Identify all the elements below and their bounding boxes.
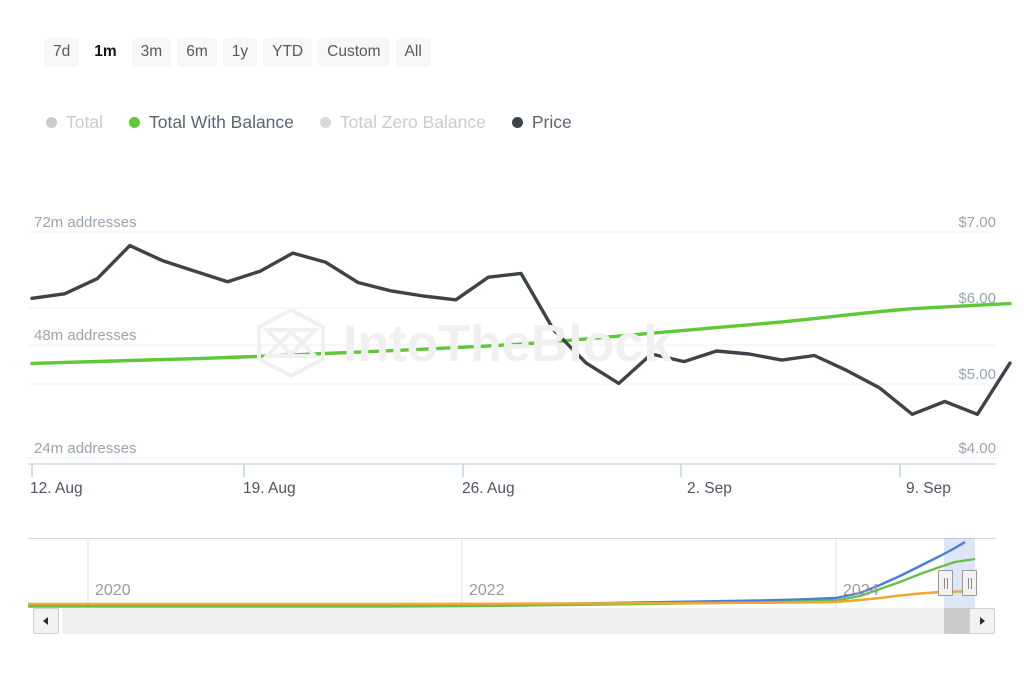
navigator-year-label-2020: 2020	[95, 582, 131, 599]
x-axis-label-1: 19. Aug	[243, 480, 296, 497]
legend-item-price[interactable]: Price	[511, 112, 572, 132]
navigator-handle-left[interactable]	[938, 570, 953, 596]
legend-marker-icon	[511, 117, 523, 129]
scroll-right-button[interactable]	[969, 608, 995, 634]
legend-item-label: Total With Balance	[148, 112, 294, 132]
y-axis-label-72m: 72m addresses	[34, 214, 137, 231]
chart-canvas	[28, 231, 1012, 477]
y-axis-label-48m: 48m addresses	[34, 327, 137, 344]
y2-axis-label-5: $5.00	[958, 366, 996, 383]
legend-marker-icon	[319, 117, 331, 129]
chart-plot-area	[0, 196, 1024, 486]
chevron-right-icon	[980, 617, 985, 625]
range-button-3m[interactable]: 3m	[131, 38, 172, 67]
y2-axis-label-4: $4.00	[958, 440, 996, 457]
series-line-price	[30, 243, 1012, 417]
time-range-selector: 7d 1m 3m 6m 1y YTD Custom All	[44, 38, 431, 67]
chart-legend: Total Total With Balance Total Zero Balanc…	[46, 112, 572, 132]
x-axis-label-0: 12. Aug	[30, 480, 83, 497]
x-axis-label-3: 2. Sep	[687, 480, 732, 497]
x-axis-ticks	[31, 464, 901, 477]
navigator-year-label-2024: 2024	[843, 582, 879, 599]
legend-marker-icon	[128, 117, 140, 129]
legend-item-label: Total Zero Balance	[339, 112, 486, 132]
range-button-7d[interactable]: 7d	[44, 38, 80, 67]
x-axis-label-2: 26. Aug	[462, 480, 515, 497]
legend-item-total-zero-balance[interactable]: Total Zero Balance	[319, 112, 486, 132]
scrollbar-track[interactable]	[62, 608, 968, 634]
scroll-left-button[interactable]	[33, 608, 59, 634]
chart-widget: 7d 1m 3m 6m 1y YTD Custom All Total Total With B…	[0, 0, 1024, 683]
navigator-gridlines	[87, 540, 837, 608]
x-axis-label-4: 9. Sep	[906, 480, 951, 497]
series-line-total-with-balance	[30, 301, 1012, 366]
legend-item-label: Price	[531, 112, 572, 132]
legend-item-total-with-balance[interactable]: Total With Balance	[128, 112, 294, 132]
range-button-1m[interactable]: 1m	[85, 38, 126, 67]
y2-axis-label-6: $6.00	[958, 290, 996, 307]
navigator-year-label-2022: 2022	[469, 582, 505, 599]
navigator-handle-right[interactable]	[962, 570, 977, 596]
range-button-6m[interactable]: 6m	[177, 38, 217, 67]
range-button-all[interactable]: All	[395, 38, 431, 67]
legend-item-label: Total	[66, 112, 103, 132]
range-button-ytd[interactable]: YTD	[263, 38, 313, 67]
y-axis-label-24m: 24m addresses	[34, 440, 137, 457]
range-button-custom[interactable]: Custom	[318, 38, 390, 67]
legend-marker-icon	[46, 117, 57, 129]
y2-axis-label-7: $7.00	[958, 214, 996, 231]
range-button-1y[interactable]: 1y	[222, 38, 258, 67]
legend-item-total[interactable]: Total	[46, 112, 103, 132]
chevron-left-icon	[43, 617, 48, 625]
